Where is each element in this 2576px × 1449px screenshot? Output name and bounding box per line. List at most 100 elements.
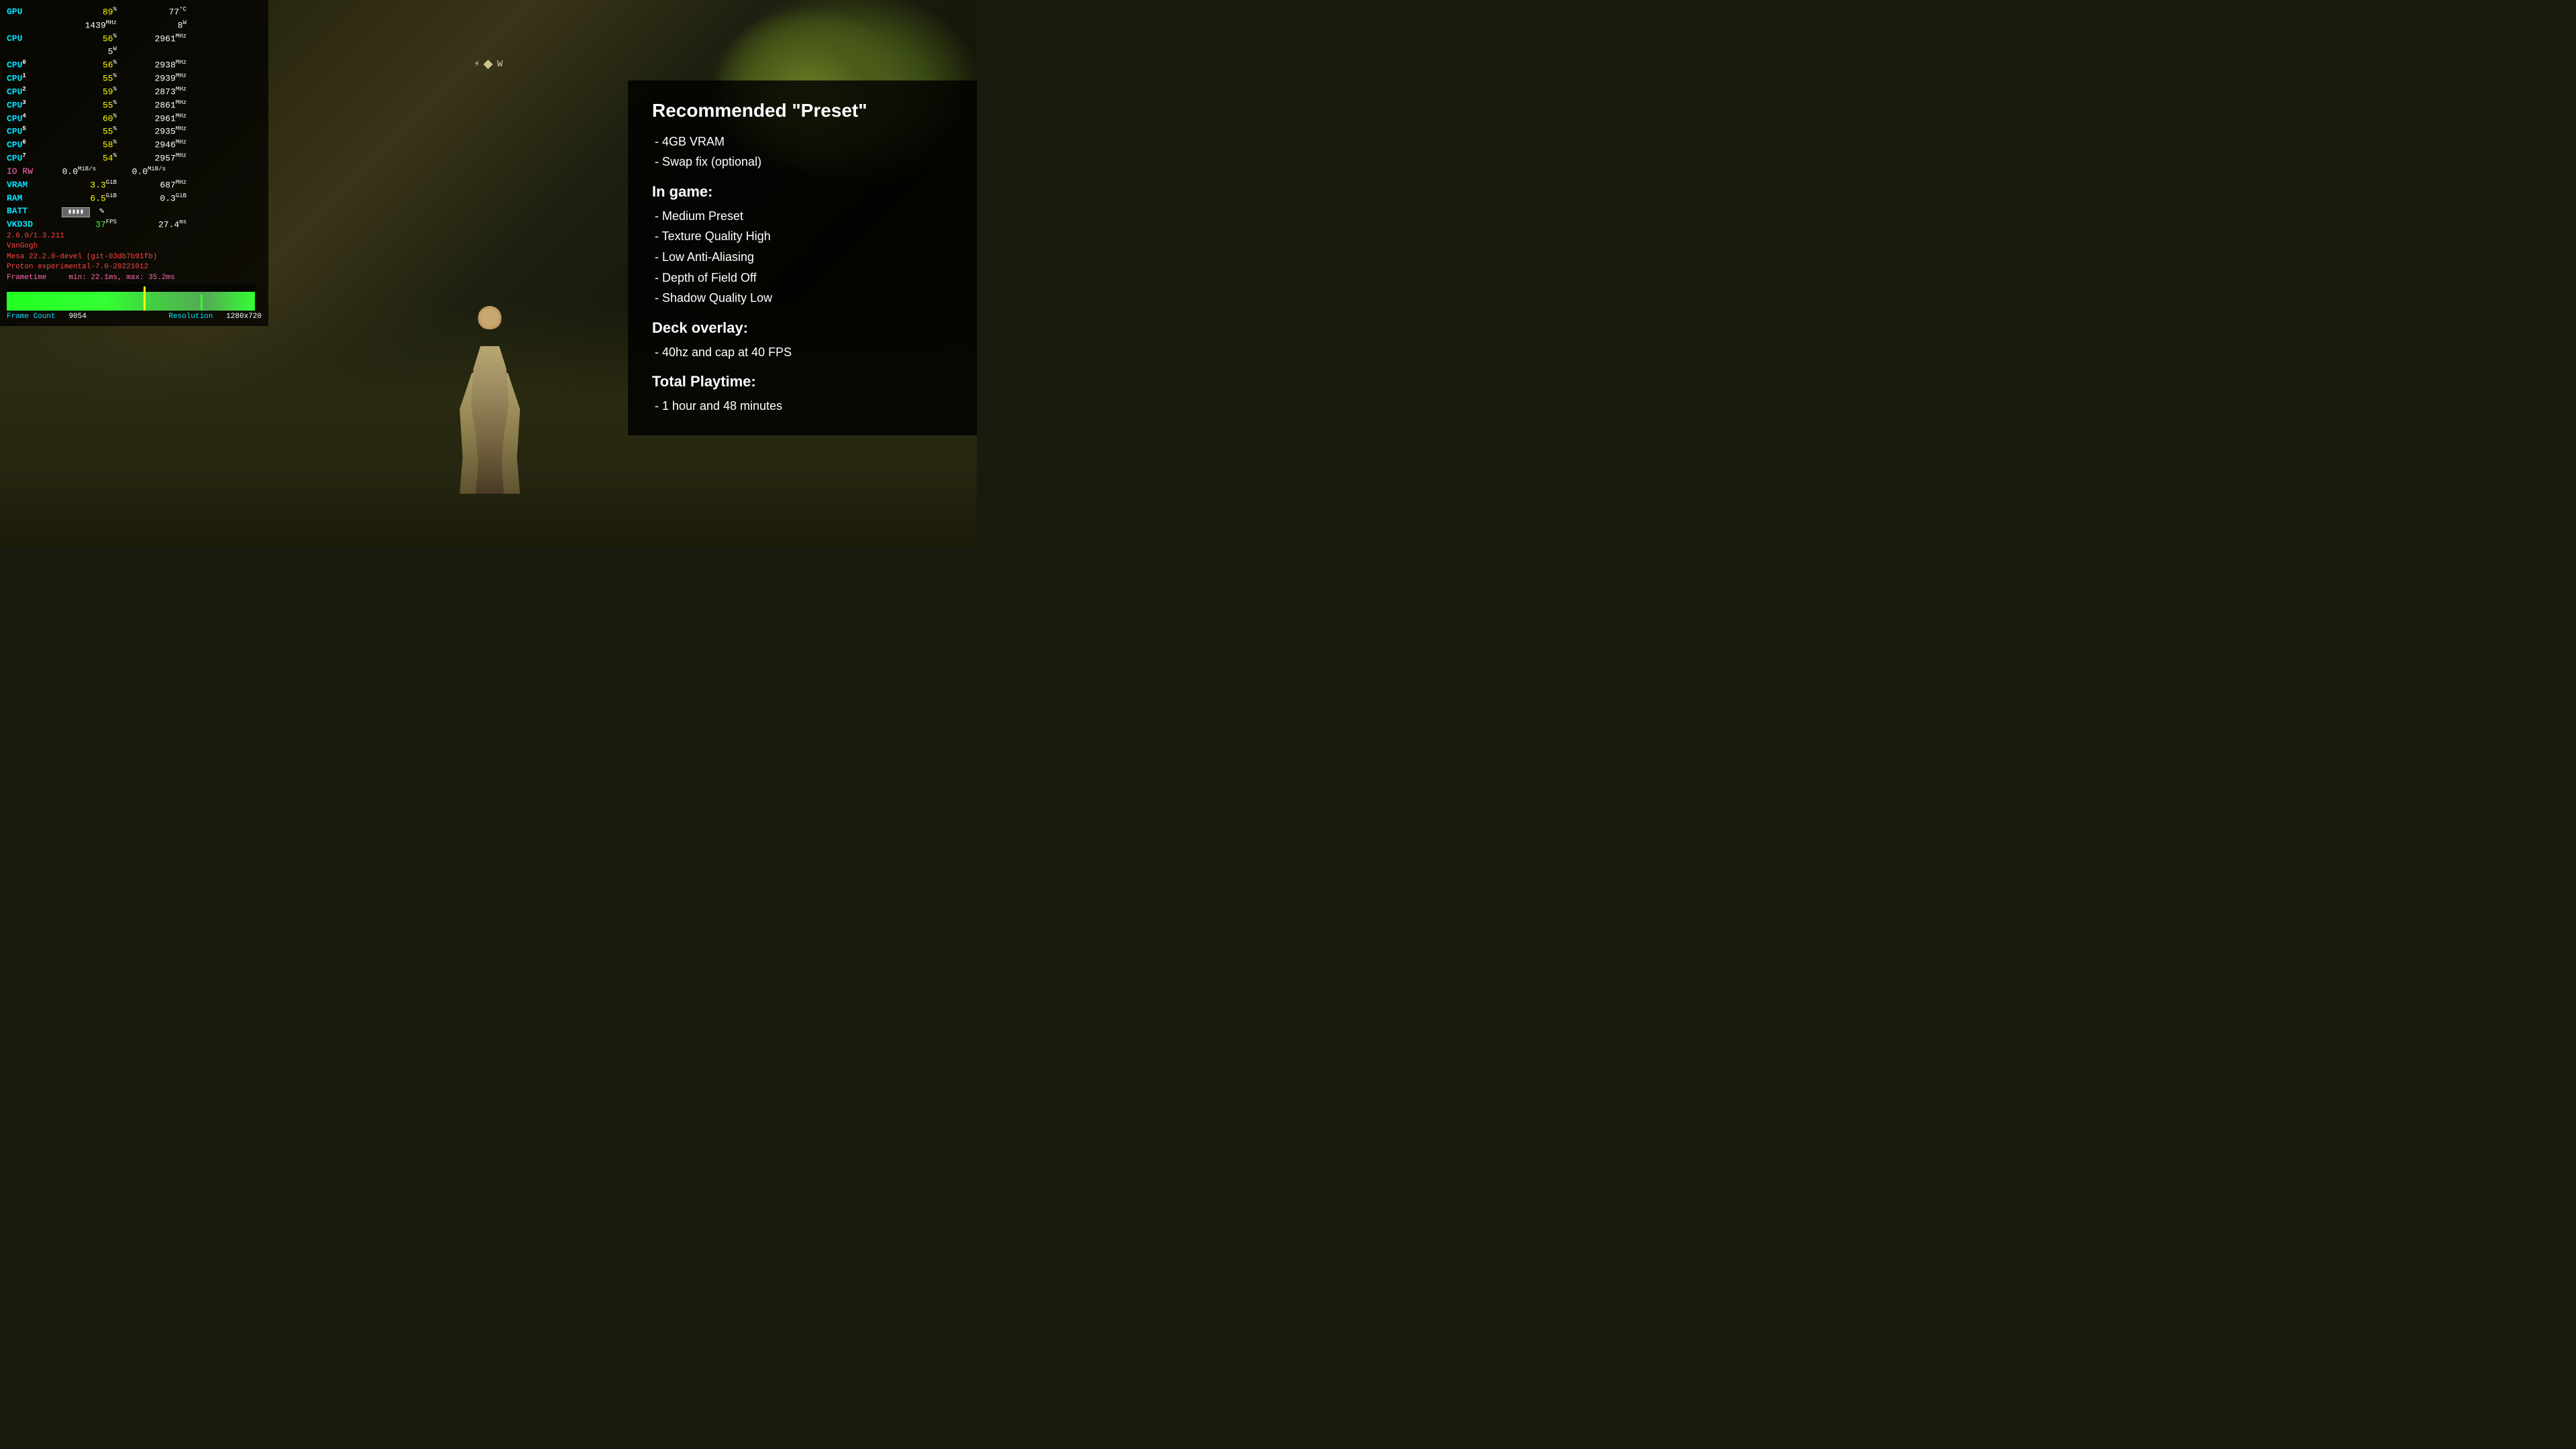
- io-label: IO RW: [7, 165, 33, 178]
- cpu5-pct: 55%: [56, 125, 117, 138]
- cpu3-row: CPU3 55% 2861MHz: [7, 99, 262, 112]
- fps-value: 37FPS: [56, 218, 117, 231]
- in-game-shadow: - Shadow Quality Low: [652, 288, 953, 309]
- resolution-label: Resolution: [168, 313, 213, 321]
- cpu-power-row: 5W: [7, 45, 262, 58]
- io-read: 0.0MiB/s: [36, 165, 96, 178]
- cpu6-pct: 58%: [56, 138, 117, 152]
- cpu1-freq: 2939MHz: [126, 72, 186, 85]
- in-game-title: In game:: [652, 183, 953, 201]
- cpu-row: CPU 56% 2961MHz: [7, 32, 262, 46]
- cpu2-pct: 59%: [56, 85, 117, 99]
- frametime-stats: Frametime min: 22.1ms, max: 35.2ms: [7, 274, 262, 282]
- cpu0-pct: 56%: [56, 58, 117, 72]
- ram-swap: 0.3GiB: [126, 192, 186, 205]
- cpu4-freq: 2961MHz: [126, 112, 186, 125]
- cpu1-pct: 55%: [56, 72, 117, 85]
- frame-count-group: Frame Count 9054: [7, 313, 87, 321]
- gpu-power: 8W: [126, 19, 186, 32]
- cpu1-label: CPU1: [7, 72, 54, 85]
- in-game-medium: - Medium Preset: [652, 206, 953, 227]
- in-game-dof: - Depth of Field Off: [652, 268, 953, 288]
- frametime-label: Frametime: [7, 274, 46, 282]
- crosshair: ⚡ W: [474, 58, 503, 70]
- cpu2-label: CPU2: [7, 85, 54, 99]
- vram-label: VRAM: [7, 178, 54, 192]
- cpu2-row: CPU2 59% 2873MHz: [7, 85, 262, 99]
- panel-title: Recommended "Preset": [652, 99, 953, 122]
- cpu5-row: CPU5 55% 2935MHz: [7, 125, 262, 138]
- playtime-value: - 1 hour and 48 minutes: [652, 396, 953, 417]
- crosshair-diamond: [484, 59, 493, 68]
- frametime-min: min: 22.1ms: [68, 274, 117, 282]
- character: [439, 306, 540, 494]
- io-row: IO RW 0.0MiB/s 0.0MiB/s: [7, 165, 262, 178]
- gpu-label: GPU: [7, 5, 54, 19]
- cpu7-label: CPU7: [7, 152, 54, 165]
- cpu7-row: CPU7 54% 2957MHz: [7, 152, 262, 165]
- cpu-power: 5W: [56, 45, 117, 58]
- cpu5-label: CPU5: [7, 125, 54, 138]
- cpu-freq: 2961MHz: [126, 32, 186, 46]
- cpu4-label: CPU4: [7, 112, 54, 125]
- perf-footer: Frame Count 9054 Resolution 1280x720: [7, 313, 262, 321]
- frametime-bar: [7, 292, 255, 311]
- vkd3d-label: VKD3D: [7, 218, 54, 231]
- cpu7-freq: 2957MHz: [126, 152, 186, 165]
- in-game-aa: - Low Anti-Aliasing: [652, 247, 953, 268]
- ram-row: RAM 6.5GiB 0.3GiB: [7, 192, 262, 205]
- frametime-max: max: 35.2ms: [126, 274, 175, 282]
- preset-swap: - Swap fix (optional): [652, 152, 953, 172]
- deck-fps: - 40hz and cap at 40 FPS: [652, 342, 953, 363]
- mesa-version: Mesa 22.2.0-devel (git-03db7b91fb): [7, 252, 262, 262]
- frame-count-value: 9054: [68, 313, 86, 321]
- frametime-spike-2: [201, 294, 203, 311]
- cpu5-freq: 2935MHz: [126, 125, 186, 138]
- in-game-texture: - Texture Quality High: [652, 226, 953, 247]
- io-write: 0.0MiB/s: [105, 165, 166, 178]
- cpu3-freq: 2861MHz: [126, 99, 186, 112]
- cpu0-row: CPU0 56% 2938MHz: [7, 58, 262, 72]
- gpu-temp: 77°C: [126, 5, 186, 19]
- vkd3d-row: VKD3D 37FPS 27.4ms: [7, 218, 262, 231]
- batt-row: BATT ▮▮▮▮ ✎: [7, 205, 262, 218]
- batt-label: BATT: [7, 205, 54, 218]
- gpu-freq-row: 1439MHz 8W: [7, 19, 262, 32]
- info-panel: Recommended "Preset" - 4GB VRAM - Swap f…: [628, 80, 977, 435]
- driver-name: VanGogh: [7, 241, 262, 252]
- vram-freq: 687MHz: [126, 178, 186, 192]
- resolution-value: 1280x720: [226, 313, 262, 321]
- preset-vram: - 4GB VRAM: [652, 131, 953, 152]
- version-number: 2.6.0/1.3.211: [7, 231, 262, 241]
- crosshair-symbol: ⚡: [474, 58, 480, 70]
- ram-label: RAM: [7, 192, 54, 205]
- cpu0-freq: 2938MHz: [126, 58, 186, 72]
- cpu2-freq: 2873MHz: [126, 85, 186, 99]
- performance-overlay: GPU 89% 77°C 1439MHz 8W CPU 56% 2961MHz …: [0, 0, 268, 326]
- cpu1-row: CPU1 55% 2939MHz: [7, 72, 262, 85]
- cpu4-pct: 60%: [56, 112, 117, 125]
- frame-count-label: Frame Count: [7, 313, 56, 321]
- cpu6-label: CPU6: [7, 138, 54, 152]
- character-head: [478, 306, 502, 329]
- gpu-row: GPU 89% 77°C: [7, 5, 262, 19]
- cpu4-row: CPU4 60% 2961MHz: [7, 112, 262, 125]
- ram-used: 6.5GiB: [56, 192, 117, 205]
- crosshair-letter: W: [497, 59, 502, 70]
- playtime-title: Total Playtime:: [652, 373, 953, 390]
- cpu3-pct: 55%: [56, 99, 117, 112]
- cpu-pct: 56%: [56, 32, 117, 46]
- vram-row: VRAM 3.3GiB 687MHz: [7, 178, 262, 192]
- deck-title: Deck overlay:: [652, 319, 953, 337]
- gpu-pct: 89%: [56, 5, 117, 19]
- frametime-graph: [7, 284, 255, 311]
- frametime-spike-1: [144, 286, 146, 311]
- proton-version: Proton experimental-7.0-20221012: [7, 262, 262, 272]
- cpu6-freq: 2946MHz: [126, 138, 186, 152]
- cpu0-label: CPU0: [7, 58, 54, 72]
- frametime-value: 27.4ms: [126, 218, 186, 231]
- cpu-label: CPU: [7, 32, 54, 46]
- version-info: 2.6.0/1.3.211 VanGogh Mesa 22.2.0-devel …: [7, 231, 262, 273]
- cpu3-label: CPU3: [7, 99, 54, 112]
- cpu6-row: CPU6 58% 2946MHz: [7, 138, 262, 152]
